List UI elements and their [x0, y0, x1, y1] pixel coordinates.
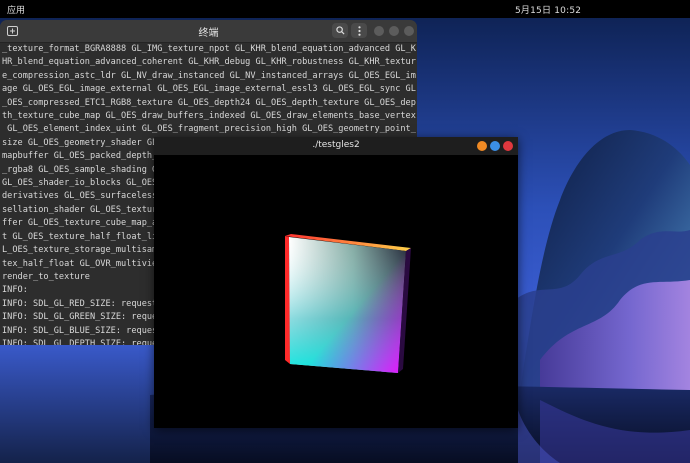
clock[interactable]: 5月15日 10:52: [515, 3, 581, 16]
terminal-titlebar[interactable]: 终端: [0, 20, 417, 43]
search-button[interactable]: [332, 23, 348, 38]
search-icon: [335, 26, 345, 35]
terminal-line: _texture_format_BGRA8888 GL_IMG_texture_…: [2, 44, 416, 54]
gl-canvas[interactable]: [154, 155, 518, 428]
app-titlebar[interactable]: ./testgles2: [154, 137, 518, 155]
maximize-button[interactable]: [389, 26, 399, 36]
minimize-button[interactable]: [374, 26, 384, 36]
close-button[interactable]: [404, 26, 414, 36]
kebab-menu-icon: [357, 25, 361, 36]
applications-menu[interactable]: 应用: [7, 3, 25, 16]
menu-button[interactable]: [351, 23, 367, 38]
minimize-button[interactable]: [477, 141, 487, 151]
terminal-line: HR_blend_equation_advanced_coherent GL_K…: [2, 57, 416, 68]
app-title: ./testgles2: [312, 140, 360, 150]
terminal-line: th_texture_cube_map GL_OES_draw_buffers_…: [2, 111, 416, 122]
rgb-cube: [285, 234, 411, 373]
terminal-line: age GL_OES_EGL_image_external GL_OES_EGL…: [2, 84, 416, 95]
terminal-line: _OES_compressed_ETC1_RGB8_texture GL_OES…: [2, 97, 416, 108]
terminal-line: GL_OES_element_index_uint GL_OES_fragmen…: [2, 124, 416, 135]
testgles2-window[interactable]: ./testgles2: [154, 137, 518, 428]
top-panel: 应用 5月15日 10:52: [0, 0, 690, 18]
close-button[interactable]: [503, 141, 513, 151]
maximize-button[interactable]: [490, 141, 500, 151]
terminal-line: e_compression_astc_ldr GL_NV_draw_instan…: [2, 70, 416, 81]
